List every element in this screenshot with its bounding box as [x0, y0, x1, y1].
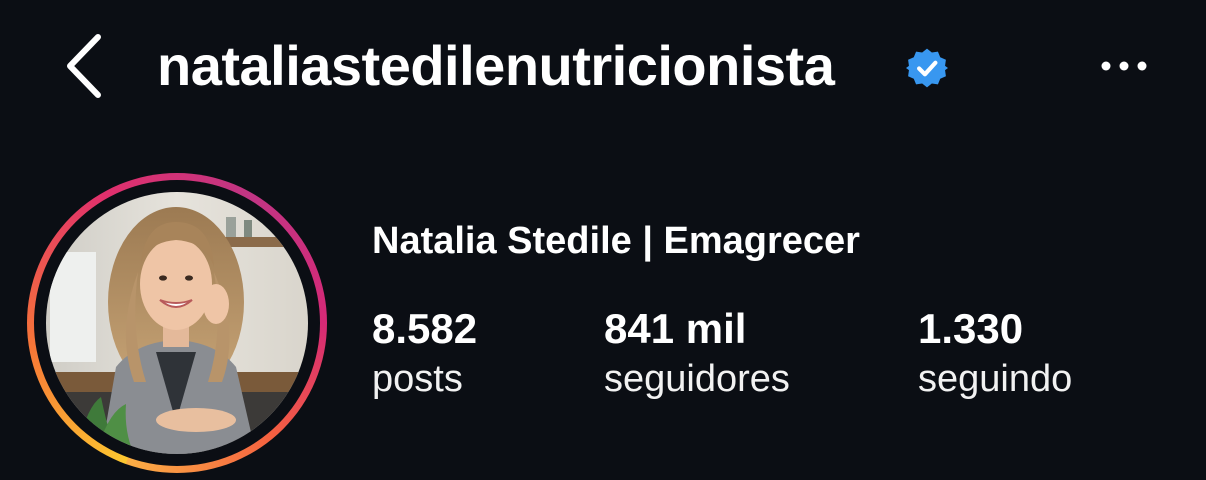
followers-stat[interactable]: 841 mil seguidores	[604, 304, 790, 404]
following-count: 1.330	[918, 305, 1024, 352]
profile-photo	[46, 192, 308, 454]
followers-count: 841 mil	[604, 305, 747, 352]
profile-username: nataliastedilenutricionista	[157, 34, 835, 97]
followers-label: seguidores	[604, 358, 790, 400]
chevron-left-icon	[67, 34, 101, 98]
posts-count: 8.582	[372, 305, 478, 352]
back-button[interactable]	[58, 30, 110, 102]
profile-screen: nataliastedilenutricionista Natalia Sted…	[0, 0, 1206, 480]
following-label: seguindo	[918, 358, 1073, 400]
avatar-story-ring[interactable]	[27, 173, 327, 473]
more-options-button[interactable]	[1092, 44, 1156, 88]
verified-badge-icon	[906, 48, 948, 88]
avatar	[46, 192, 308, 454]
display-name: Natalia Stedile | Emagrecer	[372, 220, 860, 262]
ellipsis-icon	[1101, 61, 1147, 71]
following-stat[interactable]: 1.330 seguindo	[918, 304, 1072, 404]
posts-label: posts	[372, 358, 463, 400]
posts-stat[interactable]: 8.582 posts	[372, 304, 477, 404]
